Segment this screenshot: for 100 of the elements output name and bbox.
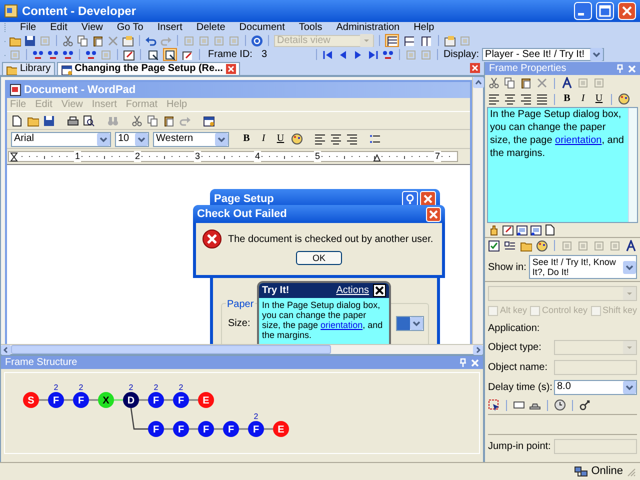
italic-button[interactable]: I: [577, 94, 589, 104]
paint-icon[interactable]: [536, 240, 548, 252]
minimize-button[interactable]: [574, 2, 592, 20]
frame-node[interactable]: F: [248, 421, 264, 437]
align-right-icon[interactable]: [346, 133, 358, 145]
align-right-icon[interactable]: [520, 93, 532, 105]
printer-icon[interactable]: [67, 114, 79, 126]
bullets-icon[interactable]: [369, 133, 381, 145]
last-icon[interactable]: [367, 48, 380, 60]
menu-item[interactable]: View: [81, 23, 103, 33]
save-icon[interactable]: [43, 114, 55, 126]
menu-item[interactable]: Delete: [196, 23, 226, 33]
list-icon[interactable]: [504, 240, 516, 252]
properties-icon[interactable]: [444, 34, 456, 46]
folder-icon[interactable]: [27, 114, 39, 126]
frame-node[interactable]: F: [48, 392, 64, 408]
ruler[interactable]: 1 2 3 4 5 7: [8, 151, 458, 162]
paste-icon[interactable]: [163, 114, 175, 126]
link[interactable]: orientation: [320, 320, 363, 330]
folder-icon[interactable]: [9, 34, 21, 46]
close-button[interactable]: [618, 2, 636, 20]
new-file-icon[interactable]: [11, 114, 23, 126]
paper-size-dropdown[interactable]: [396, 316, 424, 331]
underline-button[interactable]: U: [274, 134, 287, 144]
menu-item[interactable]: Insert: [157, 23, 182, 33]
cut-icon[interactable]: [131, 114, 143, 126]
align-center-icon[interactable]: [504, 93, 516, 105]
align-left-icon[interactable]: [488, 93, 500, 105]
copy-icon[interactable]: [77, 34, 89, 46]
horizontal-scrollbar[interactable]: [1, 344, 483, 354]
scroll-right-icon[interactable]: [473, 344, 483, 354]
help-button[interactable]: [402, 191, 418, 207]
menu-item[interactable]: Administration: [336, 23, 400, 33]
frame-node[interactable]: F: [148, 392, 164, 408]
text-editor[interactable]: In the Page Setup dialog box, you can change the paper size, the page orientation, and the margins.: [487, 107, 638, 223]
ok-button[interactable]: OK: [296, 251, 342, 265]
tab[interactable]: Changing the Page Setup (Re...: [56, 62, 240, 75]
menu-item[interactable]: File: [20, 23, 36, 33]
save-icon[interactable]: [24, 34, 36, 46]
edit-icon[interactable]: [123, 48, 135, 60]
jump-in-field[interactable]: [554, 439, 637, 454]
color-icon[interactable]: [618, 93, 630, 105]
properties-icon[interactable]: [122, 34, 134, 46]
action-node[interactable]: X: [98, 392, 114, 408]
window-icon[interactable]: [516, 224, 528, 236]
edit-icon[interactable]: [502, 224, 514, 236]
scroll-up-icon[interactable]: [473, 77, 484, 88]
frame-node[interactable]: F: [73, 392, 89, 408]
clock-icon[interactable]: [554, 399, 566, 411]
key-icon[interactable]: [579, 399, 591, 411]
scroll-left-icon[interactable]: [1, 344, 11, 354]
justify-icon[interactable]: [536, 93, 548, 105]
check-icon[interactable]: [488, 240, 500, 252]
show-in-dropdown[interactable]: See It! / Try It!, Know It?, Do It!: [529, 255, 637, 279]
menu-item[interactable]: Edit: [50, 23, 68, 33]
align-left-icon[interactable]: [314, 133, 326, 145]
font-size-dropdown[interactable]: 10: [115, 132, 149, 146]
display-dropdown[interactable]: Player - See It! / Try It!: [482, 48, 604, 61]
decision-node[interactable]: D: [123, 392, 139, 408]
frame-node[interactable]: F: [148, 421, 164, 437]
maximize-button[interactable]: [596, 2, 614, 20]
actions-link[interactable]: Actions: [336, 283, 369, 298]
cut-icon[interactable]: [488, 77, 500, 89]
close-button[interactable]: [420, 191, 436, 207]
underline-button[interactable]: U: [593, 94, 605, 104]
hand-icon[interactable]: [488, 224, 500, 236]
bold-button[interactable]: B: [561, 94, 573, 104]
italic-button[interactable]: I: [257, 134, 270, 144]
color-icon[interactable]: [291, 133, 303, 145]
menu-item[interactable]: Go To: [116, 23, 144, 33]
indent-marker-icon[interactable]: [10, 152, 18, 162]
margin-marker-icon[interactable]: [373, 152, 381, 162]
script-dropdown[interactable]: Western: [153, 132, 229, 146]
vertical-scrollbar[interactable]: [472, 77, 483, 344]
frame-node[interactable]: F: [173, 421, 189, 437]
pin-icon[interactable]: [459, 358, 467, 367]
align-center-icon[interactable]: [330, 133, 342, 145]
copy-icon[interactable]: [504, 77, 516, 89]
close-icon[interactable]: [373, 284, 386, 297]
pin-icon[interactable]: [616, 64, 624, 73]
font-icon[interactable]: [561, 77, 573, 89]
end-node[interactable]: E: [273, 421, 289, 437]
font-dropdown[interactable]: Arial: [11, 132, 111, 146]
object-name-field[interactable]: [554, 360, 637, 374]
cursor-icon[interactable]: [488, 399, 500, 411]
frame-node[interactable]: F: [173, 392, 189, 408]
paste-icon[interactable]: [92, 34, 104, 46]
paste-icon[interactable]: [520, 77, 532, 89]
frame-node[interactable]: F: [198, 421, 214, 437]
end-node[interactable]: E: [198, 392, 214, 408]
window-icon[interactable]: [530, 224, 542, 236]
frame-node[interactable]: F: [223, 421, 239, 437]
rectangle-icon[interactable]: [513, 399, 525, 411]
copy-icon[interactable]: [147, 114, 159, 126]
vertical-scrollbar[interactable]: [628, 108, 637, 222]
resize-grip-icon[interactable]: [626, 466, 636, 476]
font-icon[interactable]: [625, 240, 637, 252]
scroll-thumb[interactable]: [11, 345, 331, 354]
menu-item[interactable]: Help: [414, 23, 434, 33]
start-node[interactable]: S: [23, 392, 39, 408]
